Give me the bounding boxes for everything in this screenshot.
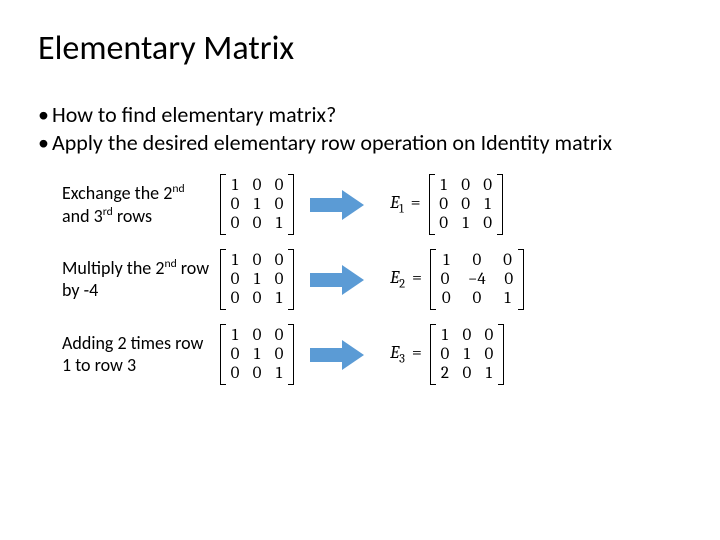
- matrix-cell: 0: [230, 289, 240, 308]
- matrix-cell: 0: [274, 326, 284, 345]
- matrix-cell: 1: [252, 345, 262, 364]
- example-description: Exchange the 2nd and 3rd rows: [38, 182, 216, 227]
- matrix-cell: 0: [440, 270, 450, 289]
- matrix-cell: 1: [441, 251, 451, 270]
- bullet-list: How to find elementary matrix? Apply the…: [38, 101, 682, 156]
- bullet-item: How to find elementary matrix?: [38, 101, 682, 129]
- matrix: 100010001: [220, 174, 294, 235]
- matrix: 1000−40001: [430, 249, 524, 310]
- matrix: 100001010: [429, 174, 503, 235]
- matrix-cell: 0: [462, 364, 472, 383]
- matrix-cell: 0: [472, 289, 482, 308]
- matrix-cell: 0: [252, 176, 262, 195]
- matrix-cell: 0: [230, 345, 240, 364]
- matrix-cell: 1: [439, 176, 449, 195]
- matrix-cell: 0: [252, 364, 262, 383]
- matrix-cell: 1: [461, 214, 471, 233]
- matrix-cell: 1: [274, 289, 284, 308]
- matrix-cell: −4: [468, 270, 486, 289]
- matrix-cell: 0: [461, 195, 471, 214]
- matrix-cell: 0: [230, 214, 240, 233]
- example-row: Exchange the 2nd and 3rd rows100010001E1…: [38, 174, 682, 235]
- matrix-cell: 0: [504, 270, 514, 289]
- matrix-cell: 1: [484, 364, 494, 383]
- matrix-cell: 0: [483, 214, 493, 233]
- matrix-cell: 0: [252, 251, 262, 270]
- matrix-cell: 1: [274, 364, 284, 383]
- matrix-cell: 0: [483, 176, 493, 195]
- example-row: Multiply the 2nd row by -4100010001E2 =1…: [38, 249, 682, 310]
- matrix-cell: 0: [230, 195, 240, 214]
- matrix-cell: 0: [472, 251, 482, 270]
- matrix-cell: 0: [439, 214, 449, 233]
- matrix-cell: 1: [440, 326, 450, 345]
- matrix-cell: 1: [230, 251, 240, 270]
- matrix-cell: 0: [274, 345, 284, 364]
- result-label: E2 =: [390, 267, 422, 292]
- matrix-cell: 1: [252, 195, 262, 214]
- matrix-cell: 1: [462, 345, 472, 364]
- result-label: E1 =: [390, 192, 421, 217]
- matrix-cell: 1: [502, 289, 512, 308]
- matrix-cell: 0: [274, 270, 284, 289]
- matrix-cell: 1: [274, 214, 284, 233]
- matrix-cell: 1: [483, 195, 493, 214]
- matrix-cell: 1: [252, 270, 262, 289]
- matrix-cell: 0: [274, 195, 284, 214]
- matrix-cell: 1: [230, 176, 240, 195]
- matrix-cell: 0: [439, 195, 449, 214]
- matrix-cell: 0: [484, 326, 494, 345]
- matrix-cell: 0: [462, 326, 472, 345]
- arrow-icon: [310, 338, 366, 372]
- matrix: 100010201: [430, 324, 504, 385]
- matrix-cell: 2: [440, 364, 450, 383]
- matrix-cell: 0: [502, 251, 512, 270]
- matrix: 100010001: [220, 249, 294, 310]
- matrix-cell: 0: [230, 364, 240, 383]
- matrix-cell: 0: [274, 251, 284, 270]
- bullet-item: Apply the desired elementary row operati…: [38, 129, 682, 157]
- result-label: E3 =: [390, 342, 422, 367]
- slide-title: Elementary Matrix: [38, 28, 682, 69]
- matrix-cell: 0: [252, 326, 262, 345]
- matrix: 100010001: [220, 324, 294, 385]
- example-description: Adding 2 times row 1 to row 3: [38, 333, 216, 376]
- arrow-icon: [310, 263, 366, 297]
- example-row: Adding 2 times row 1 to row 3100010001E3…: [38, 324, 682, 385]
- matrix-cell: 0: [252, 289, 262, 308]
- matrix-cell: 0: [230, 270, 240, 289]
- matrix-cell: 0: [441, 289, 451, 308]
- example-description: Multiply the 2nd row by -4: [38, 257, 216, 301]
- matrix-cell: 0: [484, 345, 494, 364]
- matrix-cell: 0: [461, 176, 471, 195]
- matrix-cell: 0: [274, 176, 284, 195]
- matrix-cell: 0: [252, 214, 262, 233]
- matrix-cell: 1: [230, 326, 240, 345]
- examples-container: Exchange the 2nd and 3rd rows100010001E1…: [38, 174, 682, 385]
- arrow-icon: [310, 188, 366, 222]
- matrix-cell: 0: [440, 345, 450, 364]
